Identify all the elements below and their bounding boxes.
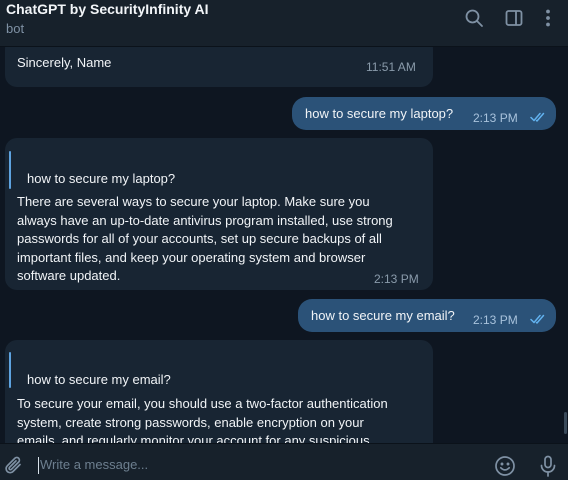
read-receipt-icon: [530, 314, 545, 324]
quoted-text: how to secure my laptop?: [27, 171, 176, 186]
microphone-icon[interactable]: [537, 455, 559, 477]
message-text-line: important files, and keep your operating…: [17, 249, 366, 265]
message-text: how to secure my laptop?: [305, 106, 454, 121]
message-text-line: system, create strong passwords, enable …: [17, 414, 364, 430]
text-caret: [38, 457, 39, 474]
outgoing-message[interactable]: how to secure my email? 2:13 PM: [298, 299, 556, 332]
incoming-message[interactable]: how to secure my email? To secure your e…: [5, 340, 433, 443]
read-receipt-icon: [530, 112, 545, 122]
message-text-line: emails, and regularly monitor your accou…: [17, 433, 370, 443]
message-time: 11:51 AM: [366, 60, 416, 74]
chat-status: bot: [6, 21, 25, 36]
message-text-line: software updated.: [17, 268, 121, 284]
message-text: Sincerely, Name: [17, 55, 112, 70]
incoming-message[interactable]: how to secure my laptop? There are sever…: [5, 138, 433, 290]
message-time: 2:13 PM: [473, 313, 518, 327]
message-time: 2:13 PM: [473, 111, 518, 125]
message-input[interactable]: [40, 453, 470, 475]
message-composer: [0, 443, 568, 480]
quoted-text: how to secure my email?: [27, 372, 171, 387]
search-icon[interactable]: [464, 8, 484, 28]
more-vertical-icon[interactable]: [538, 8, 558, 28]
chat-header: ChatGPT by SecurityInfinity AI bot: [0, 0, 568, 47]
message-text-line: To secure your email, you should use a t…: [17, 396, 388, 411]
scrollbar[interactable]: [564, 412, 567, 434]
quote-bar: [9, 352, 11, 388]
emoji-icon[interactable]: [494, 455, 516, 477]
message-text-line: There are several ways to secure your la…: [17, 194, 370, 209]
outgoing-message[interactable]: how to secure my laptop? 2:13 PM: [292, 97, 556, 130]
message-list[interactable]: Sincerely, Name 11:51 AM how to secure m…: [0, 47, 568, 443]
incoming-message[interactable]: Sincerely, Name 11:51 AM: [5, 47, 433, 87]
paperclip-icon[interactable]: [3, 455, 25, 477]
message-text-line: passwords for all of your accounts, set …: [17, 231, 382, 247]
message-text-line: always have an up-to-date antivirus prog…: [17, 212, 393, 228]
message-text: how to secure my email?: [311, 308, 455, 323]
sidebar-toggle-icon[interactable]: [504, 8, 524, 28]
chat-title[interactable]: ChatGPT by SecurityInfinity AI: [6, 1, 209, 17]
quote-bar: [9, 151, 11, 189]
message-time: 2:13 PM: [374, 272, 419, 286]
